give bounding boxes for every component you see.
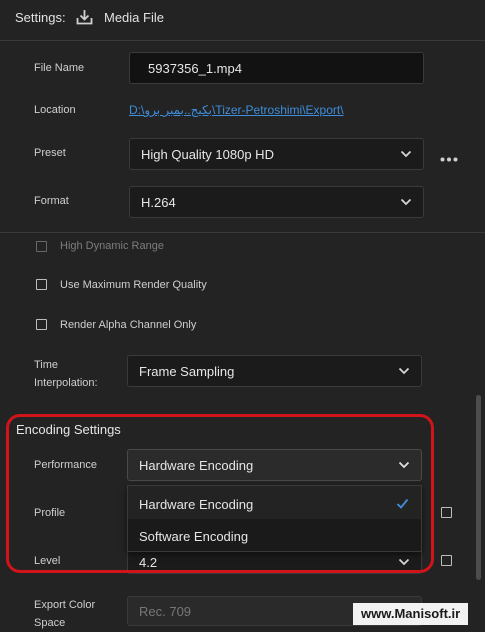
- chevron-down-icon: [398, 367, 410, 375]
- profile-checkbox[interactable]: [441, 507, 452, 518]
- max-render-quality-label: Use Maximum Render Quality: [60, 279, 207, 291]
- format-label: Format: [34, 195, 69, 207]
- max-render-quality-checkbox[interactable]: [36, 279, 47, 290]
- export-color-space-line1: Export Color: [34, 599, 96, 611]
- export-color-space-line2: Space: [34, 617, 66, 629]
- section-divider: [0, 232, 485, 233]
- time-interpolation-label: Time Interpolation:: [34, 356, 98, 392]
- preset-dropdown[interactable]: High Quality 1080p HD: [129, 138, 424, 170]
- hdr-checkbox[interactable]: [36, 241, 47, 252]
- preset-value: High Quality 1080p HD: [141, 146, 274, 162]
- export-color-space-label: Export Color Space: [34, 596, 95, 632]
- export-color-space-value: Rec. 709: [139, 603, 192, 619]
- download-tray-icon[interactable]: [76, 9, 93, 28]
- more-horizontal-icon[interactable]: [440, 151, 458, 165]
- time-interpolation-value: Frame Sampling: [139, 363, 235, 379]
- file-name-value: 5937356_1.mp4: [148, 60, 242, 76]
- preset-label: Preset: [34, 147, 66, 159]
- highlight-annotation: [6, 414, 434, 573]
- format-dropdown[interactable]: H.264: [129, 186, 424, 218]
- level-checkbox[interactable]: [441, 555, 452, 566]
- time-interpolation-label-line2: Interpolation:: [34, 377, 98, 389]
- chevron-down-icon: [400, 198, 412, 206]
- location-link[interactable]: D:\بکیج..بمبر برو\Tizer-Petroshimi\Expor…: [129, 103, 344, 117]
- file-name-label: File Name: [34, 62, 85, 74]
- page-title: Settings:: [15, 10, 66, 25]
- time-interpolation-label-line1: Time: [34, 359, 59, 371]
- alpha-channel-label: Render Alpha Channel Only: [60, 319, 197, 331]
- format-value: H.264: [141, 194, 176, 210]
- file-name-input[interactable]: 5937356_1.mp4: [129, 52, 424, 84]
- watermark: www.Manisoft.ir: [353, 603, 469, 625]
- media-file-label: Media File: [104, 10, 164, 25]
- alpha-channel-checkbox[interactable]: [36, 319, 47, 330]
- scrollbar-thumb[interactable]: [476, 395, 481, 580]
- location-label: Location: [34, 104, 76, 116]
- chevron-down-icon: [400, 150, 412, 158]
- header-divider: [0, 40, 485, 41]
- hdr-label: High Dynamic Range: [60, 240, 164, 252]
- time-interpolation-dropdown[interactable]: Frame Sampling: [127, 355, 422, 387]
